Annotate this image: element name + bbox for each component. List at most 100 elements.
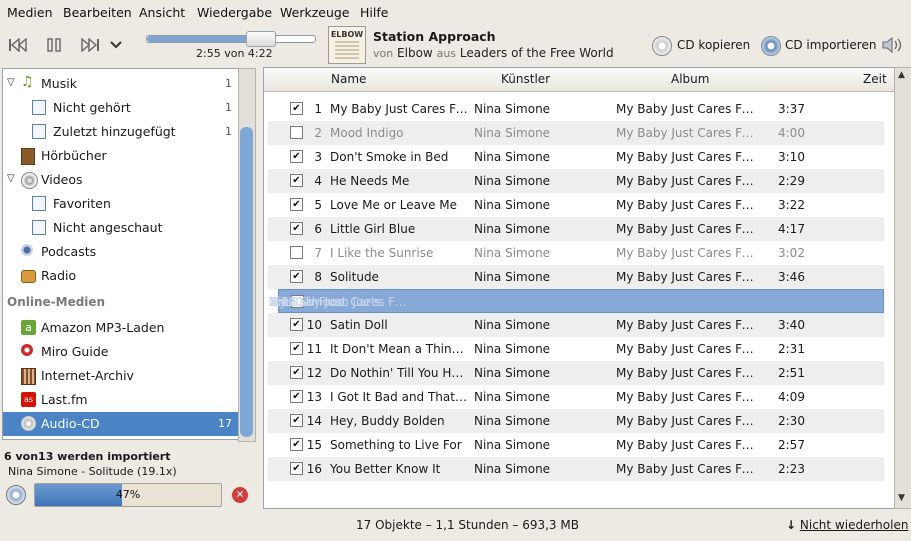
track-time: 3:37 bbox=[778, 102, 805, 116]
pause-button[interactable] bbox=[42, 34, 66, 56]
track-name: Mood Indigo bbox=[330, 126, 404, 140]
column-header-name[interactable]: Name bbox=[327, 68, 498, 92]
sidebar-item-podcasts[interactable]: Podcasts bbox=[3, 240, 238, 264]
track-artist: Nina Simone bbox=[474, 150, 551, 164]
import-current-track: Nina Simone - Solitude (19.1x) bbox=[8, 465, 177, 478]
table-row[interactable]: ✔ 8 Solitude Nina Simone My Baby Just Cares … bbox=[268, 265, 884, 289]
sidebar-item-count: 1 bbox=[225, 101, 232, 114]
column-header-album[interactable]: Album bbox=[667, 68, 838, 92]
sidebar-item-zuletzt-hinzugefuegt[interactable]: Zuletzt hinzugefügt 1 bbox=[3, 120, 238, 144]
repeat-mode-button[interactable]: ↓ Nicht wiederholen bbox=[786, 518, 908, 532]
sidebar-item-miro[interactable]: Miro Guide bbox=[3, 340, 238, 364]
menu-medien[interactable]: Medien bbox=[7, 5, 53, 20]
track-name: Satin Doll bbox=[330, 318, 388, 332]
sidebar-item-hoerbuecher[interactable]: Hörbücher bbox=[3, 144, 238, 168]
track-artist: Nina Simone bbox=[474, 126, 551, 140]
track-subtitle: von Elbow aus Leaders of the Free World bbox=[373, 46, 614, 60]
table-row[interactable]: ✔ 16 You Better Know It Nina Simone My Baby … bbox=[268, 457, 884, 481]
track-time: 2:23 bbox=[778, 462, 805, 476]
column-header-album-label: Album bbox=[671, 72, 710, 86]
table-row[interactable]: ✔ 5 Love Me or Leave Me Nina Simone My Baby … bbox=[268, 193, 884, 217]
table-row[interactable]: ✔ 6 Little Girl Blue Nina Simone My Baby Jus… bbox=[268, 217, 884, 241]
track-artist: Nina Simone bbox=[474, 198, 551, 212]
track-artist: Nina Simone bbox=[474, 246, 551, 260]
column-header-time-label: Zeit bbox=[863, 72, 887, 86]
sidebar-scrollbar[interactable] bbox=[238, 68, 256, 442]
next-button[interactable] bbox=[78, 34, 102, 56]
from-word: aus bbox=[436, 47, 457, 60]
table-row[interactable]: ✔11It Don't Mean a Thing (If It Ain't Go… bbox=[268, 337, 884, 361]
sidebar-item-musik[interactable]: ▽ ♫ Musik 1 bbox=[3, 72, 238, 96]
table-row[interactable]: ✔12Do Nothin' Till You Hear From MeNina … bbox=[268, 361, 884, 385]
sidebar-item-internet-archiv[interactable]: Internet-Archiv bbox=[3, 364, 238, 388]
volume-button[interactable] bbox=[882, 36, 904, 56]
previous-button[interactable] bbox=[6, 34, 30, 56]
sidebar-item-label: Videos bbox=[41, 172, 83, 187]
track-artist: Nina Simone bbox=[474, 366, 551, 380]
track-artist: Nina Simone bbox=[474, 414, 551, 428]
sidebar-item-label: Hörbücher bbox=[41, 148, 107, 163]
column-header-name-label: Name bbox=[331, 72, 367, 86]
table-row[interactable]: ✔ 10 Satin Doll Nina Simone My Baby Just Car… bbox=[268, 313, 884, 337]
playback-options-button[interactable] bbox=[108, 34, 124, 56]
table-row[interactable]: ✔ 15 Something to Live For Nina Simone My Ba… bbox=[268, 433, 884, 457]
track-time: 2:12 bbox=[269, 295, 296, 309]
player-toolbar: 2:55 von 4:22 ELBOW Station Approach von… bbox=[0, 25, 911, 67]
seek-slider[interactable] bbox=[146, 31, 316, 47]
track-time: 4:17 bbox=[778, 222, 805, 236]
table-row[interactable]: 9 The Gal From Joe's Nina Simone My Baby Ju… bbox=[269, 289, 884, 313]
menu-ansicht[interactable]: Ansicht bbox=[139, 5, 185, 20]
sidebar-item-label: Nicht angeschaut bbox=[53, 220, 163, 235]
smart-playlist-icon bbox=[32, 220, 46, 235]
track-album: My Baby Just Cares For Me bbox=[616, 342, 754, 356]
track-album: My Baby Just Cares For Me bbox=[616, 270, 754, 284]
lastfm-icon: as bbox=[21, 392, 36, 407]
table-row[interactable]: ✔ 14 Hey, Buddy Bolden Nina Simone My Baby J… bbox=[268, 409, 884, 433]
track-time: 4:09 bbox=[778, 390, 805, 404]
sidebar-item-radio[interactable]: Radio bbox=[3, 264, 238, 288]
table-row[interactable]: ✔13I Got It Bad and That Ain't GoodNina … bbox=[268, 385, 884, 409]
menu-werkzeuge[interactable]: Werkzeuge bbox=[280, 5, 350, 20]
track-time: 2:51 bbox=[778, 366, 805, 380]
column-header-artist[interactable]: Künstler bbox=[497, 68, 668, 92]
scroll-down-icon[interactable]: ▼ bbox=[898, 493, 905, 503]
track-name: My Baby Just Cares For Me bbox=[330, 102, 468, 116]
sidebar-item-label: Audio-CD bbox=[41, 416, 100, 431]
album-cover[interactable]: ELBOW bbox=[328, 26, 366, 64]
track-time: 2:31 bbox=[778, 342, 805, 356]
sidebar-item-label: Nicht gehört bbox=[53, 100, 131, 115]
menu-wiedergabe[interactable]: Wiedergabe bbox=[197, 5, 272, 20]
sidebar-item-favoriten[interactable]: Favoriten bbox=[3, 192, 238, 216]
column-header-artist-label: Künstler bbox=[501, 72, 551, 86]
track-name: Little Girl Blue bbox=[330, 222, 416, 236]
tracklist-scrollbar[interactable]: ▲ ▼ bbox=[894, 67, 911, 509]
column-header-check[interactable] bbox=[264, 68, 328, 92]
sidebar-scroll-thumb[interactable] bbox=[240, 127, 253, 437]
menu-bearbeiten[interactable]: Bearbeiten bbox=[63, 5, 132, 20]
online-media-header: Online-Medien bbox=[7, 295, 106, 309]
sidebar-item-nicht-angeschaut[interactable]: Nicht angeschaut bbox=[3, 216, 238, 240]
sidebar-item-nicht-gehoert[interactable]: Nicht gehört 1 bbox=[3, 96, 238, 120]
by-word: von bbox=[373, 47, 394, 60]
column-header-time[interactable]: Zeit bbox=[837, 68, 894, 92]
sidebar-item-videos[interactable]: ▽ Videos bbox=[3, 168, 238, 192]
sidebar-item-audio-cd[interactable]: Audio-CD 17 bbox=[3, 412, 238, 436]
seek-handle[interactable] bbox=[245, 31, 276, 47]
table-row[interactable]: 2 Mood Indigo Nina Simone My Baby Just Care… bbox=[268, 121, 884, 145]
table-row[interactable]: 7 I Like the Sunrise Nina Simone My Baby Ju… bbox=[268, 241, 884, 265]
menu-hilfe[interactable]: Hilfe bbox=[360, 5, 388, 20]
table-row[interactable]: ✔ 4 He Needs Me Nina Simone My Baby Just Car… bbox=[268, 169, 884, 193]
track-album: My Baby Just Cares For Me bbox=[616, 174, 754, 188]
previous-icon bbox=[9, 38, 27, 52]
scroll-up-icon[interactable]: ▲ bbox=[898, 70, 905, 80]
sidebar-item-lastfm[interactable]: as Last.fm bbox=[3, 388, 238, 412]
track-name: I Like the Sunrise bbox=[330, 246, 434, 260]
import-status: 6 von13 werden importiert bbox=[4, 450, 171, 463]
track-artist: Elbow bbox=[397, 46, 433, 60]
table-row[interactable]: ✔ 3 Don't Smoke in Bed Nina Simone My Baby J… bbox=[268, 145, 884, 169]
cancel-import-button[interactable]: ✕ bbox=[232, 487, 248, 503]
track-time: 4:00 bbox=[778, 126, 805, 140]
sidebar-item-amazon[interactable]: a Amazon MP3-Laden bbox=[3, 316, 238, 340]
sidebar-item-label: Internet-Archiv bbox=[41, 368, 134, 383]
table-row[interactable]: ✔1My Baby Just Cares For MeNina SimoneMy… bbox=[268, 97, 884, 121]
